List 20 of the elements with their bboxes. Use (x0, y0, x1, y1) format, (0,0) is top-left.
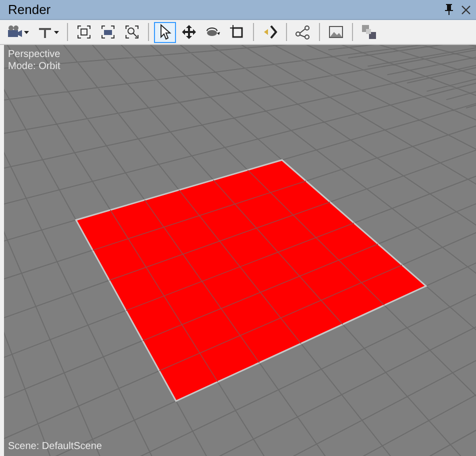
mirror-icon (262, 24, 278, 40)
image-icon (328, 24, 344, 40)
caret-icon (24, 30, 29, 34)
mode-label: Mode: Orbit (8, 61, 60, 72)
frame-camera-icon (100, 24, 116, 40)
layers-icon (361, 24, 377, 40)
connect-icon (295, 24, 311, 40)
scale-icon (229, 24, 245, 40)
move-icon (181, 24, 197, 40)
projection-label: Perspective (8, 49, 60, 60)
frame-zoom-icon (124, 24, 140, 40)
select-tool-button[interactable] (154, 22, 176, 42)
close-button[interactable] (460, 2, 472, 16)
frame-icon (76, 24, 92, 40)
caret-icon (54, 30, 59, 34)
camera-icon (7, 24, 23, 40)
pin-button[interactable] (443, 2, 455, 16)
scene-label: Scene: DefaultScene (8, 441, 102, 452)
panel-title: Render (8, 2, 52, 17)
close-icon (461, 4, 471, 14)
